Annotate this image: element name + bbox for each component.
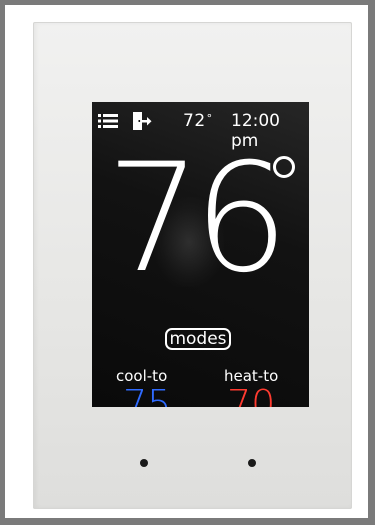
cool-to-setpoint[interactable]: 75 bbox=[123, 384, 171, 407]
exit-door-icon[interactable] bbox=[132, 111, 152, 131]
photo-frame: 72° 12:00 pm 76 modes cool-to heat-to 75… bbox=[5, 5, 368, 518]
outdoor-degree-symbol: ° bbox=[206, 112, 213, 125]
menu-icon[interactable] bbox=[98, 113, 118, 129]
thermostat-screen: 72° 12:00 pm 76 modes cool-to heat-to 75… bbox=[92, 102, 309, 407]
thermostat-body: 72° 12:00 pm 76 modes cool-to heat-to 75… bbox=[33, 22, 352, 509]
outdoor-temperature: 72° bbox=[183, 111, 213, 131]
degree-ring-icon bbox=[271, 154, 297, 180]
modes-button[interactable]: modes bbox=[165, 328, 231, 350]
current-temperature: 76 bbox=[106, 132, 289, 306]
heat-to-setpoint[interactable]: 70 bbox=[227, 384, 275, 407]
sensor-dot-left bbox=[140, 459, 148, 467]
outdoor-temperature-value: 72 bbox=[183, 111, 206, 131]
sensor-dot-right bbox=[248, 459, 256, 467]
